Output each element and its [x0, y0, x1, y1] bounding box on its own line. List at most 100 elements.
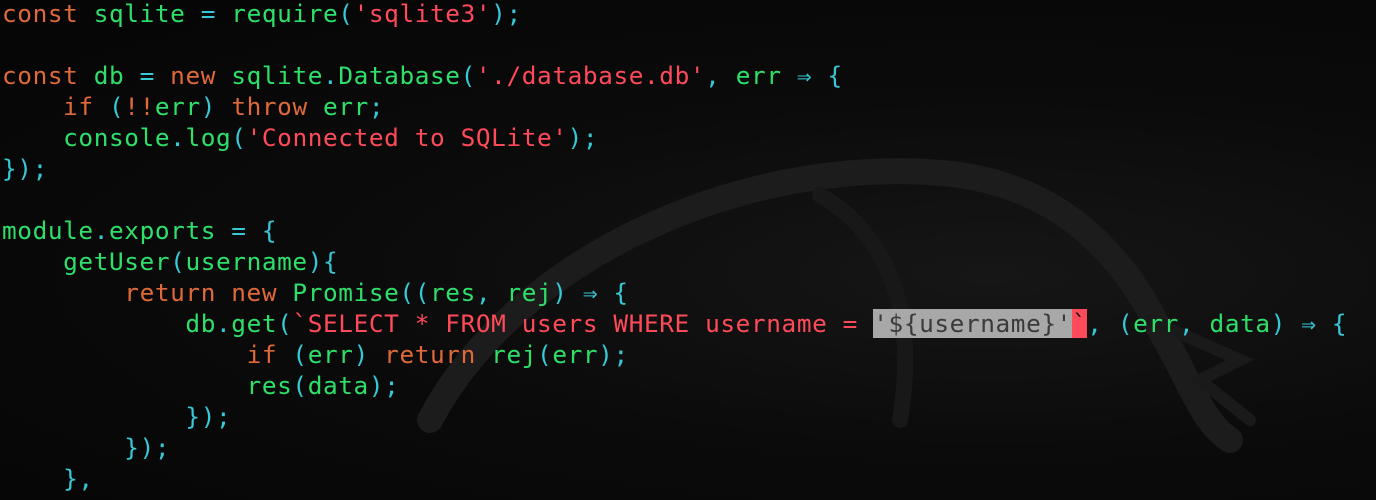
- punctuation-token: .: [323, 61, 339, 90]
- keyword-token: return: [368, 340, 476, 369]
- identifier-token: username: [185, 247, 308, 276]
- punctuation-token: );: [368, 371, 400, 400]
- string-token: `SELECT * FROM users WHERE username =: [292, 309, 874, 338]
- string-token: 'sqlite3': [353, 0, 492, 28]
- identifier-token: sqlite: [216, 61, 324, 90]
- punctuation-token: ;: [368, 92, 385, 121]
- identifier-token: [2, 464, 63, 493]
- punctuation-token: = {: [231, 216, 278, 245]
- keyword-token: if: [63, 92, 94, 121]
- punctuation-token: },: [63, 464, 94, 493]
- punctuation-token: ): [200, 92, 217, 121]
- code-line[interactable]: const sqlite = require('sqlite3');: [2, 0, 1347, 29]
- identifier-token: rej: [491, 278, 553, 307]
- identifier-token: err: [154, 92, 201, 121]
- text-cursor: `: [1071, 309, 1088, 338]
- identifier-token: res: [430, 278, 476, 307]
- keyword-token: const: [2, 0, 79, 28]
- code-line[interactable]: });: [2, 153, 1347, 184]
- punctuation-token: });: [185, 402, 232, 431]
- punctuation-token: (: [460, 61, 476, 90]
- keyword-token: return new: [124, 278, 278, 307]
- punctuation-token: =: [139, 61, 155, 90]
- identifier-token: require: [216, 0, 339, 28]
- code-line[interactable]: getUser(username){: [2, 246, 1347, 277]
- punctuation-token: (: [537, 340, 553, 369]
- identifier-token: err: [307, 340, 354, 369]
- identifier-token: data: [307, 371, 369, 400]
- punctuation-token: });: [2, 154, 48, 183]
- punctuation-token: ): [353, 340, 369, 369]
- punctuation-token: ,: [705, 61, 721, 90]
- identifier-token: data: [1194, 309, 1271, 338]
- punctuation-token: (: [277, 340, 308, 369]
- punctuation-token: ,: [475, 278, 492, 307]
- identifier-token: sqlite: [78, 0, 201, 28]
- punctuation-token: .: [215, 309, 232, 338]
- punctuation-token: );: [567, 123, 599, 152]
- code-line[interactable]: module.exports = {: [2, 215, 1347, 246]
- code-line[interactable]: if (err) return rej(err);: [2, 339, 1347, 370]
- code-line[interactable]: [2, 184, 1347, 215]
- punctuation-token: ⇒ {: [796, 61, 843, 90]
- identifier-token: db: [78, 61, 140, 90]
- punctuation-token: (: [93, 92, 125, 121]
- punctuation-token: ,: [1178, 309, 1195, 338]
- identifier-token: module: [2, 216, 94, 245]
- identifier-token: [2, 402, 185, 431]
- punctuation-token: , (: [1087, 309, 1134, 338]
- punctuation-token: ) ⇒ {: [552, 278, 629, 307]
- keyword-token: new: [154, 61, 217, 90]
- keyword-token: if: [246, 340, 278, 369]
- identifier-token: get: [231, 309, 278, 338]
- identifier-token: Database: [338, 61, 461, 90]
- code-line[interactable]: });: [2, 401, 1347, 432]
- punctuation-token: .: [170, 123, 186, 152]
- code-line[interactable]: return new Promise((res, rej) ⇒ {: [2, 277, 1347, 308]
- identifier-token: Promise: [277, 278, 400, 307]
- identifier-token: log: [185, 123, 232, 152]
- punctuation-token: .: [93, 216, 110, 245]
- code-line[interactable]: const db = new sqlite.Database('./databa…: [2, 60, 1347, 91]
- code-line[interactable]: },: [2, 463, 1347, 494]
- punctuation-token: ){: [307, 247, 339, 276]
- punctuation-token: =: [200, 0, 217, 28]
- string-token: './database.db': [475, 61, 706, 90]
- punctuation-token: (: [338, 0, 354, 28]
- keyword-token: throw: [216, 92, 308, 121]
- keyword-token: const: [2, 61, 79, 90]
- identifier-token: err: [1133, 309, 1179, 338]
- identifier-token: getUser: [2, 247, 171, 276]
- identifier-token: console: [2, 123, 171, 152]
- selected-text: '${username}': [873, 309, 1072, 338]
- identifier-token: [2, 433, 124, 462]
- identifier-token: res: [2, 371, 293, 400]
- identifier-token: [2, 92, 63, 121]
- identifier-token: err: [552, 340, 599, 369]
- punctuation-token: ) ⇒ {: [1270, 309, 1348, 338]
- code-line[interactable]: if (!!err) throw err;: [2, 91, 1347, 122]
- code-line[interactable]: console.log('Connected to SQLite');: [2, 122, 1347, 153]
- punctuation-token: (: [277, 309, 293, 338]
- identifier-token: exports: [109, 216, 232, 245]
- identifier-token: rej: [475, 340, 538, 369]
- code-line[interactable]: db.get(`SELECT * FROM users WHERE userna…: [2, 308, 1347, 339]
- identifier-token: [2, 278, 124, 307]
- code-line[interactable]: res(data);: [2, 370, 1347, 401]
- string-token: 'Connected to SQLite': [246, 123, 568, 152]
- punctuation-token: ((: [399, 278, 430, 307]
- code-line[interactable]: [2, 29, 1347, 60]
- punctuation-token: );: [491, 0, 522, 28]
- punctuation-token: (: [292, 371, 308, 400]
- code-line[interactable]: });: [2, 432, 1347, 463]
- punctuation-token: (: [231, 123, 247, 152]
- identifier-token: [2, 340, 247, 369]
- punctuation-token: );: [598, 340, 629, 369]
- identifier-token: db: [2, 309, 216, 338]
- code-editor[interactable]: const sqlite = require('sqlite3'); const…: [2, 0, 1347, 494]
- punctuation-token: });: [124, 433, 171, 462]
- keyword-token: !!: [124, 92, 155, 121]
- identifier-token: err: [720, 61, 797, 90]
- punctuation-token: (: [170, 247, 186, 276]
- identifier-token: err: [307, 92, 369, 121]
